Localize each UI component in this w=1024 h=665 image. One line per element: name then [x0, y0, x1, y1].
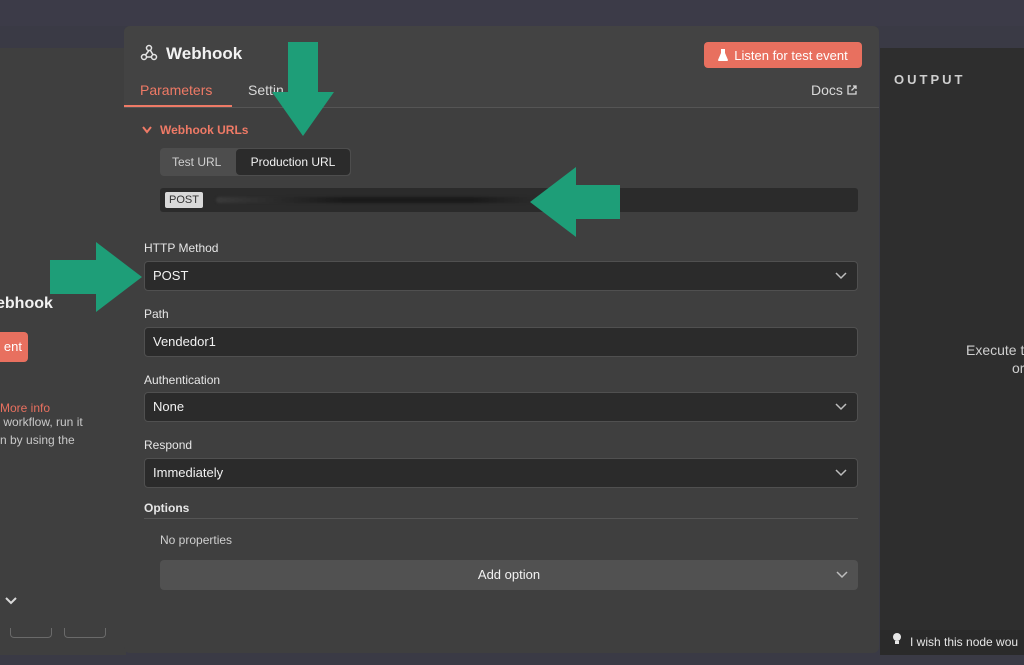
input-panel-title: ebhook — [0, 295, 53, 312]
path-value: Vendedor1 — [153, 334, 216, 349]
webhook-urls-label: Webhook URLs — [160, 123, 249, 137]
authentication-label: Authentication — [144, 373, 221, 387]
respond-select[interactable]: Immediately — [144, 458, 858, 488]
path-label: Path — [144, 307, 169, 321]
modal-header: Webhook Listen for test event Parameters… — [124, 26, 879, 108]
respond-value: Immediately — [153, 465, 224, 480]
canvas-top-bar — [0, 0, 1024, 26]
input-panel-tab[interactable] — [10, 628, 52, 638]
url-type-toggle: Test URL Production URL — [160, 148, 351, 176]
annotation-arrow-left — [530, 167, 620, 237]
authentication-select[interactable]: None — [144, 392, 858, 422]
output-title: OUTPUT — [894, 72, 966, 87]
listen-button-label: Listen for test event — [734, 47, 848, 63]
input-panel: ebhook ent r workflow, run it n by using… — [0, 48, 126, 655]
path-input[interactable]: Vendedor1 — [144, 327, 858, 357]
http-method-select[interactable]: POST — [144, 261, 858, 291]
annotation-arrow-down — [272, 42, 334, 136]
respond-label: Respond — [144, 438, 193, 452]
docs-link[interactable]: Docs — [811, 82, 857, 98]
node-settings-modal: Webhook Listen for test event Parameters… — [124, 26, 879, 653]
webhook-icon — [140, 44, 158, 61]
test-url-tab[interactable]: Test URL — [172, 155, 221, 169]
input-panel-listen-button[interactable]: ent — [0, 332, 28, 362]
docs-label: Docs — [811, 82, 843, 98]
external-link-icon — [847, 85, 857, 95]
redacted-url — [216, 197, 536, 203]
input-panel-tab[interactable] — [64, 628, 106, 638]
http-method-label: HTTP Method — [144, 241, 219, 255]
active-tab-indicator — [124, 105, 232, 107]
production-url-tab[interactable]: Production URL — [236, 149, 350, 175]
chevron-down-icon — [836, 571, 848, 579]
authentication-value: None — [153, 399, 185, 414]
chevron-down-icon — [835, 469, 847, 477]
no-properties-text: No properties — [160, 533, 233, 547]
lightbulb-icon — [893, 633, 901, 644]
output-execute-text: Execute t — [966, 342, 1024, 358]
add-option-button[interactable]: Add option — [160, 560, 858, 590]
flask-icon — [718, 49, 729, 61]
input-panel-description: r workflow, run it n by using the — [0, 413, 116, 449]
options-label: Options — [144, 501, 190, 515]
chevron-down-icon[interactable] — [4, 596, 18, 606]
add-option-label: Add option — [477, 567, 541, 582]
listen-for-test-event-button[interactable]: Listen for test event — [704, 42, 862, 68]
feedback-bar[interactable]: I wish this node wou — [880, 630, 1024, 655]
http-method-value: POST — [153, 268, 189, 283]
tab-parameters[interactable]: Parameters — [140, 82, 212, 98]
chevron-down-icon — [835, 272, 847, 280]
input-panel-description-line: n by using the — [0, 433, 75, 447]
annotation-arrow-right — [50, 242, 142, 312]
more-info-link[interactable]: More info — [0, 401, 50, 415]
method-badge: POST — [165, 192, 203, 208]
webhook-urls-toggle[interactable]: Webhook URLs — [142, 123, 248, 137]
chevron-down-icon — [835, 403, 847, 411]
feedback-text: I wish this node wou — [910, 635, 1019, 649]
webhook-url-display[interactable]: POST — [160, 188, 858, 212]
options-divider — [144, 518, 858, 519]
input-panel-description-line: r workflow, run it — [0, 415, 83, 429]
output-or-text: or — [1012, 360, 1024, 376]
node-title: Webhook — [166, 44, 243, 63]
chevron-down-icon — [142, 126, 152, 134]
